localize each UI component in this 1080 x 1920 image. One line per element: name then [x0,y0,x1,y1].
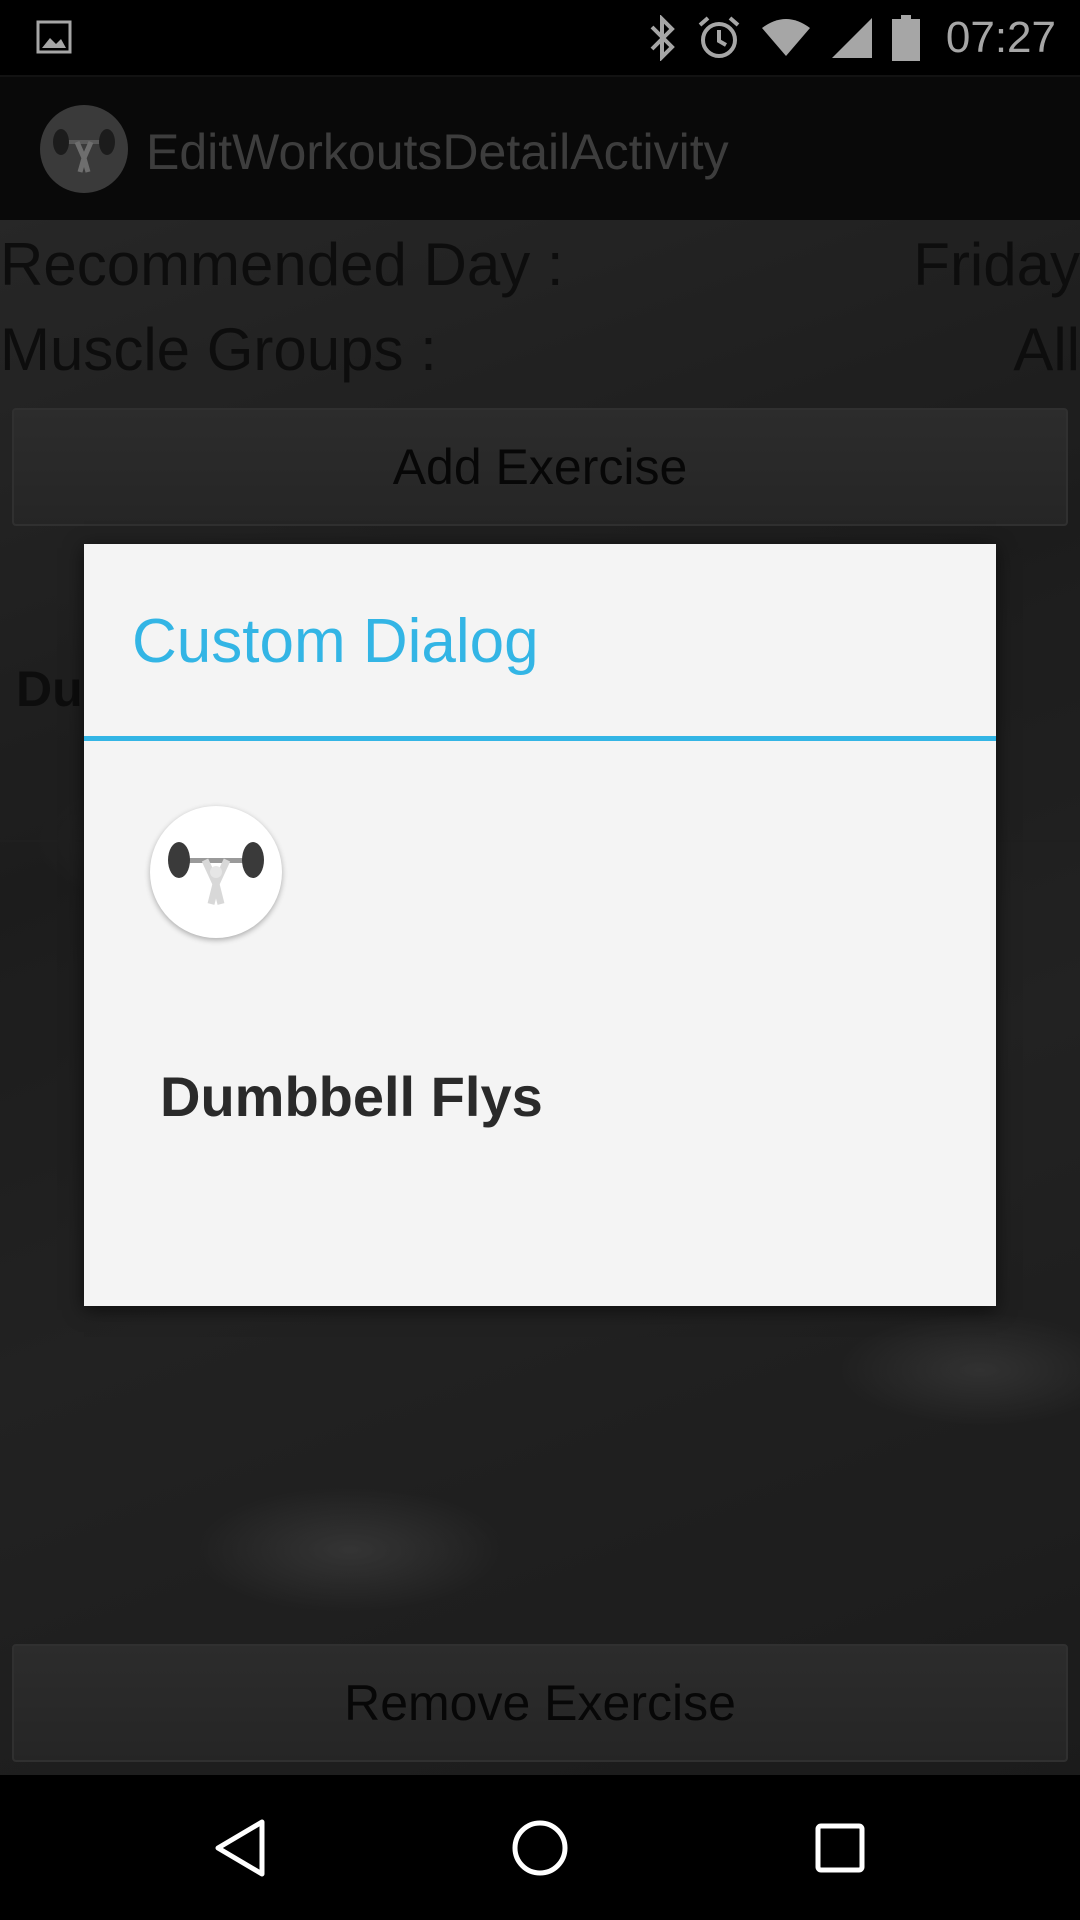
back-icon[interactable] [160,1775,320,1920]
custom-dialog: Custom Dialog Dumbbell Flys [84,544,996,1306]
dialog-title-divider [84,736,996,741]
recents-icon[interactable] [760,1775,920,1920]
navigation-bar [0,1775,1080,1920]
home-icon[interactable] [460,1775,620,1920]
barbell-lifter-icon [150,806,282,938]
dialog-title: Custom Dialog [132,607,539,676]
exercise-name: Dumbbell Flys [160,1065,543,1128]
